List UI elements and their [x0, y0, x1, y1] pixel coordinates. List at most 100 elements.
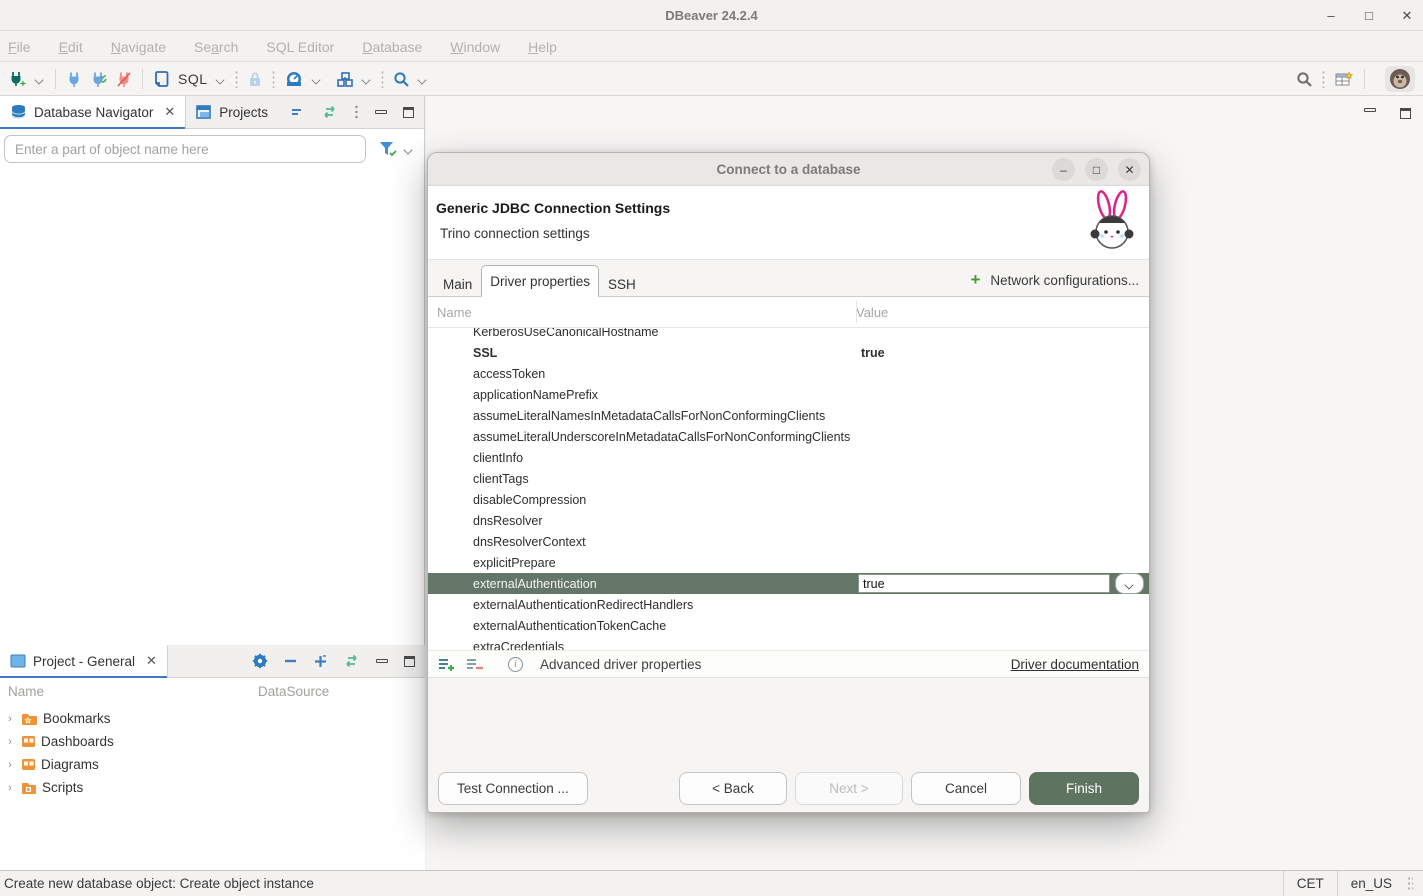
menu-navigate[interactable]: Navigate: [111, 39, 166, 55]
chevron-down-icon[interactable]: [362, 76, 372, 82]
timezone-indicator[interactable]: CET: [1283, 871, 1337, 896]
dialog-tab-main[interactable]: Main: [434, 271, 481, 297]
dialog-titlebar[interactable]: Connect to a database – □ ✕: [428, 153, 1149, 186]
dialog-maximize-button[interactable]: □: [1085, 158, 1108, 181]
menu-file[interactable]: File: [8, 39, 31, 55]
grid-column-value[interactable]: Value: [856, 305, 888, 320]
tab-projects[interactable]: Projects: [186, 96, 278, 129]
chevron-down-icon[interactable]: [35, 76, 45, 82]
menu-edit[interactable]: Edit: [59, 39, 83, 55]
back-button[interactable]: < Back: [679, 772, 787, 805]
view-menu-icon[interactable]: [354, 105, 359, 119]
maximize-icon[interactable]: [403, 107, 414, 118]
table-row[interactable]: KerberosUseCanonicalHostname: [428, 328, 1149, 342]
chevron-down-icon[interactable]: [418, 76, 428, 82]
close-icon[interactable]: ✕: [164, 104, 175, 120]
window-minimize-button[interactable]: –: [1323, 8, 1339, 23]
close-icon[interactable]: ✕: [146, 653, 157, 669]
collapse-all-icon[interactable]: [284, 656, 298, 666]
collapse-all-icon[interactable]: [291, 107, 305, 117]
test-connection-button[interactable]: Test Connection ...: [438, 772, 588, 805]
tab-project-general[interactable]: Project - General ✕: [0, 645, 168, 678]
table-row[interactable]: assumeLiteralUnderscoreInMetadataCallsFo…: [428, 426, 1149, 447]
table-row[interactable]: clientInfo: [428, 447, 1149, 468]
data-transfer-icon[interactable]: [336, 71, 354, 88]
minimize-icon[interactable]: [376, 659, 388, 663]
dialog-close-button[interactable]: ✕: [1118, 158, 1141, 181]
tree-item-scripts[interactable]: ›Scripts: [0, 776, 425, 799]
expand-chevron-icon[interactable]: ›: [4, 759, 16, 771]
dashboard-icon[interactable]: [284, 70, 304, 88]
menu-window[interactable]: Window: [450, 39, 500, 55]
window-maximize-button[interactable]: □: [1361, 8, 1377, 23]
link-with-editor-icon[interactable]: [343, 655, 360, 667]
window-close-button[interactable]: ✕: [1399, 8, 1415, 24]
table-row[interactable]: explicitPrepare: [428, 552, 1149, 573]
chevron-down-icon[interactable]: [312, 76, 322, 82]
quick-search-icon[interactable]: [1296, 71, 1313, 88]
table-row[interactable]: accessToken: [428, 363, 1149, 384]
table-row[interactable]: SSLtrue: [428, 342, 1149, 363]
object-filter-input[interactable]: [4, 135, 366, 163]
table-row[interactable]: dnsResolver: [428, 510, 1149, 531]
menu-database[interactable]: Database: [362, 39, 422, 55]
navigator-content[interactable]: [0, 167, 424, 620]
table-row[interactable]: dnsResolverContext: [428, 531, 1149, 552]
table-row[interactable]: externalAuthenticationRedirectHandlers: [428, 594, 1149, 615]
tree-item-diagrams[interactable]: ›Diagrams: [0, 753, 425, 776]
cancel-button[interactable]: Cancel: [911, 772, 1021, 805]
grid-column-name[interactable]: Name: [428, 305, 856, 320]
table-row[interactable]: assumeLiteralNamesInMetadataCallsForNonC…: [428, 405, 1149, 426]
disconnect-icon[interactable]: [116, 71, 132, 88]
table-row[interactable]: clientTags: [428, 468, 1149, 489]
tab-label: Project - General: [33, 654, 135, 669]
minimize-icon[interactable]: [375, 110, 387, 114]
table-row[interactable]: applicationNamePrefix: [428, 384, 1149, 405]
table-row[interactable]: extraCredentials: [428, 636, 1149, 650]
table-row[interactable]: externalAuthenticationTokenCache: [428, 615, 1149, 636]
maximize-icon[interactable]: [404, 656, 415, 667]
reconnect-icon[interactable]: [90, 71, 108, 88]
menu-sql-editor[interactable]: SQL Editor: [266, 39, 334, 55]
finish-button[interactable]: Finish: [1029, 772, 1139, 805]
search-icon[interactable]: [393, 71, 410, 88]
filter-icon[interactable]: [378, 140, 398, 158]
table-row[interactable]: externalAuthentication: [428, 573, 1149, 594]
user-avatar[interactable]: [1385, 66, 1415, 92]
tree-item-bookmarks[interactable]: ›Bookmarks: [0, 707, 425, 730]
tab-database-navigator[interactable]: Database Navigator ✕: [0, 96, 186, 129]
column-header-datasource[interactable]: DataSource: [258, 684, 329, 699]
chevron-down-icon[interactable]: [404, 146, 414, 152]
driver-documentation-link[interactable]: Driver documentation: [1011, 657, 1139, 672]
dialog-tab-ssh[interactable]: SSH: [599, 271, 645, 297]
property-grid[interactable]: KerberosUseCanonicalHostnameSSLtrueacces…: [428, 328, 1149, 650]
menu-help[interactable]: Help: [528, 39, 557, 55]
dialog-minimize-button[interactable]: –: [1052, 158, 1075, 181]
chevron-down-icon[interactable]: [216, 76, 226, 82]
table-row[interactable]: disableCompression: [428, 489, 1149, 510]
remove-property-icon[interactable]: [466, 657, 485, 672]
window-titlebar[interactable]: DBeaver 24.2.4 – □ ✕: [0, 0, 1423, 31]
column-header-name[interactable]: Name: [0, 684, 258, 699]
link-with-editor-icon[interactable]: [321, 106, 338, 118]
connect-icon[interactable]: [66, 71, 82, 88]
tree-item-dashboards[interactable]: ›Dashboards: [0, 730, 425, 753]
expand-chevron-icon[interactable]: ›: [4, 736, 16, 748]
expand-chevron-icon[interactable]: ›: [4, 713, 16, 725]
network-configurations-button[interactable]: + Network configurations...: [970, 270, 1149, 290]
gear-icon[interactable]: [252, 653, 268, 669]
locale-indicator[interactable]: en_US: [1337, 871, 1405, 896]
open-perspective-icon[interactable]: [1334, 70, 1354, 88]
sql-editor-label[interactable]: SQL: [178, 71, 208, 87]
maximize-icon[interactable]: [1400, 108, 1411, 119]
minimize-icon[interactable]: [1364, 108, 1376, 112]
new-connection-icon[interactable]: +: [8, 70, 27, 88]
sql-script-icon[interactable]: [153, 70, 170, 88]
expand-chevron-icon[interactable]: ›: [4, 782, 16, 794]
property-value-input[interactable]: [858, 574, 1110, 593]
menu-search[interactable]: Search: [194, 39, 238, 55]
value-dropdown-button[interactable]: [1115, 573, 1144, 594]
add-property-icon[interactable]: [438, 657, 457, 672]
expand-all-icon[interactable]: [314, 655, 327, 668]
dialog-tab-driver-properties[interactable]: Driver properties: [481, 265, 599, 297]
